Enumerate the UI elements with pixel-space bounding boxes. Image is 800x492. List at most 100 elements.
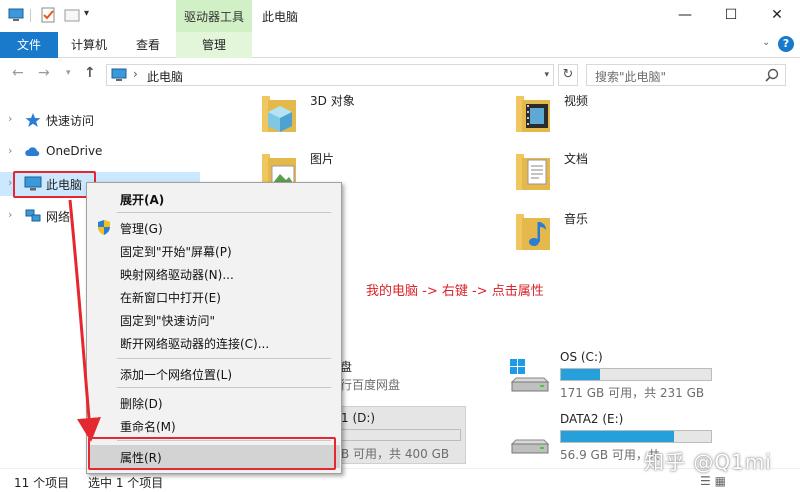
menu-item-label: 管理(G): [120, 222, 163, 236]
network-icon: [25, 209, 41, 222]
tutorial-annotation: 我的电脑 -> 右键 -> 点击属性: [366, 284, 544, 299]
menu-item-label: 映射网络驱动器(N)...: [120, 268, 234, 282]
tab-manage[interactable]: 管理: [176, 32, 252, 58]
selection-count: 选中 1 个项目: [88, 476, 164, 490]
menu-item-expand[interactable]: 展开(A): [88, 187, 340, 210]
music-folder-icon: [516, 214, 550, 250]
forward-button[interactable]: →: [38, 65, 50, 81]
sidebar-item-onedrive[interactable]: › OneDrive: [0, 140, 200, 164]
computer-icon[interactable]: [8, 7, 24, 23]
menu-item-delete[interactable]: 删除(D): [88, 391, 340, 414]
sidebar-item-label: 快速访问: [46, 114, 95, 128]
folder-music[interactable]: 音乐: [512, 210, 732, 260]
title-bar: ▾ 驱动器工具 此电脑 — ☐ ✕: [0, 0, 800, 32]
drive-usage-bar: [341, 429, 461, 441]
menu-separator: [117, 358, 331, 359]
window-title: 此电脑: [262, 10, 299, 24]
menu-item-label: 添加一个网络位置(L): [120, 368, 233, 382]
toolbar-divider: [30, 9, 31, 22]
drive-info: B 可用，共 400 GB: [341, 447, 450, 461]
menu-item-label: 断开网络驱动器的连接(C)...: [120, 337, 270, 351]
new-folder-icon[interactable]: [64, 7, 80, 23]
contextual-tab-group-title: 驱动器工具: [183, 10, 244, 24]
menu-item-disconnect-network-drive[interactable]: 断开网络驱动器的连接(C)...: [88, 331, 340, 354]
menu-item-label: 固定到"快速访问": [120, 314, 216, 328]
baidu-netdisk-sublabel: 行百度网盘: [340, 378, 401, 392]
sidebar-item-quick-access[interactable]: › 快速访问: [0, 108, 200, 132]
folder-3d-objects[interactable]: 3D 对象: [258, 92, 478, 142]
drive-info: 171 GB 可用，共 231 GB: [560, 386, 705, 400]
refresh-button[interactable]: ↻: [558, 64, 578, 86]
menu-item-pin-to-start[interactable]: 固定到"开始"屏幕(P): [88, 239, 340, 262]
view-toggle-buttons[interactable]: ☰ ▦: [700, 474, 726, 488]
chevron-right-icon[interactable]: ›: [8, 144, 12, 157]
tab-file[interactable]: 文件: [0, 32, 58, 58]
address-bar[interactable]: › 此电脑 ▾: [106, 64, 554, 86]
contextual-tab-group: 驱动器工具: [176, 0, 252, 32]
back-button[interactable]: ←: [12, 65, 24, 81]
address-row: ← → ▾ ↑ › 此电脑 ▾ ↻ 搜索"此电脑": [0, 59, 800, 91]
hard-drive-icon: [510, 439, 550, 454]
documents-folder-icon: [516, 154, 550, 190]
sidebar-item-label: OneDrive: [46, 144, 103, 158]
item-count: 11 个项目: [14, 476, 70, 490]
breadcrumb-separator[interactable]: ›: [133, 67, 138, 81]
properties-icon[interactable]: [40, 7, 56, 23]
chevron-right-icon[interactable]: ›: [8, 112, 12, 125]
menu-separator: [117, 212, 331, 213]
breadcrumb-item[interactable]: 此电脑: [147, 68, 183, 85]
folder-documents[interactable]: 文档: [512, 150, 732, 200]
cloud-icon: [25, 147, 40, 156]
3d-objects-folder-icon: [262, 96, 296, 132]
folder-label: 3D 对象: [310, 94, 355, 108]
menu-item-label: 重命名(M): [120, 420, 176, 434]
search-placeholder: 搜索"此电脑": [595, 70, 667, 84]
address-dropdown[interactable]: ▾: [544, 70, 549, 80]
close-button[interactable]: ✕: [754, 0, 800, 30]
menu-item-add-network-location[interactable]: 添加一个网络位置(L): [88, 362, 340, 385]
folder-label: 图片: [310, 152, 335, 166]
folder-label: 视频: [564, 94, 589, 108]
minimize-button[interactable]: —: [662, 0, 708, 30]
menu-item-label: 删除(D): [120, 397, 163, 411]
menu-item-label: 固定到"开始"屏幕(P): [120, 245, 232, 259]
context-menu: 展开(A) 管理(G) 固定到"开始"屏幕(P) 映射网络驱动器(N)... 在…: [86, 182, 342, 474]
menu-item-map-network-drive[interactable]: 映射网络驱动器(N)...: [88, 262, 340, 285]
computer-icon: [111, 68, 127, 81]
chevron-right-icon[interactable]: ›: [8, 208, 12, 221]
highlight-box-properties: [88, 437, 336, 470]
recent-locations-button[interactable]: ▾: [66, 68, 71, 78]
drive-usage-bar: [560, 430, 712, 443]
drive-c[interactable]: OS (C:) 171 GB 可用，共 231 GB: [508, 350, 738, 400]
chevron-right-icon[interactable]: ›: [8, 176, 12, 189]
shield-icon: [98, 220, 110, 235]
watermark: 知乎 @Q1mi: [644, 450, 772, 474]
menu-item-open-new-window[interactable]: 在新窗口中打开(E): [88, 285, 340, 308]
search-icon[interactable]: [765, 68, 779, 82]
help-icon[interactable]: ?: [778, 36, 794, 52]
menu-item-label: 展开(A): [120, 193, 165, 207]
maximize-button[interactable]: ☐: [708, 0, 754, 30]
tab-view[interactable]: 查看: [124, 32, 172, 58]
quick-access-dropdown[interactable]: ▾: [84, 8, 89, 19]
search-input[interactable]: 搜索"此电脑": [586, 64, 786, 86]
folder-label: 音乐: [564, 212, 589, 226]
folder-label: 文档: [564, 152, 589, 166]
tab-computer[interactable]: 计算机: [62, 32, 116, 58]
highlight-box-this-pc: [13, 171, 96, 198]
folder-videos[interactable]: 视频: [512, 92, 732, 142]
up-button[interactable]: ↑: [84, 65, 96, 81]
menu-item-manage[interactable]: 管理(G): [88, 216, 340, 239]
star-icon: [25, 113, 41, 127]
drive-d-selected[interactable]: 1 (D:) B 可用，共 400 GB: [330, 406, 466, 464]
menu-item-rename[interactable]: 重命名(M): [88, 414, 340, 437]
ribbon-tab-bar: 文件 计算机 查看 管理 ⌄ ?: [0, 32, 800, 58]
menu-item-pin-to-quick-access[interactable]: 固定到"快速访问": [88, 308, 340, 331]
windows-drive-icon: [510, 359, 550, 392]
videos-folder-icon: [516, 96, 550, 132]
menu-item-label: 在新窗口中打开(E): [120, 291, 221, 305]
drive-name: DATA2 (E:): [560, 412, 624, 426]
menu-separator: [117, 387, 331, 388]
chevron-down-icon[interactable]: ⌄: [762, 37, 770, 48]
drive-name: 1 (D:): [341, 411, 376, 425]
